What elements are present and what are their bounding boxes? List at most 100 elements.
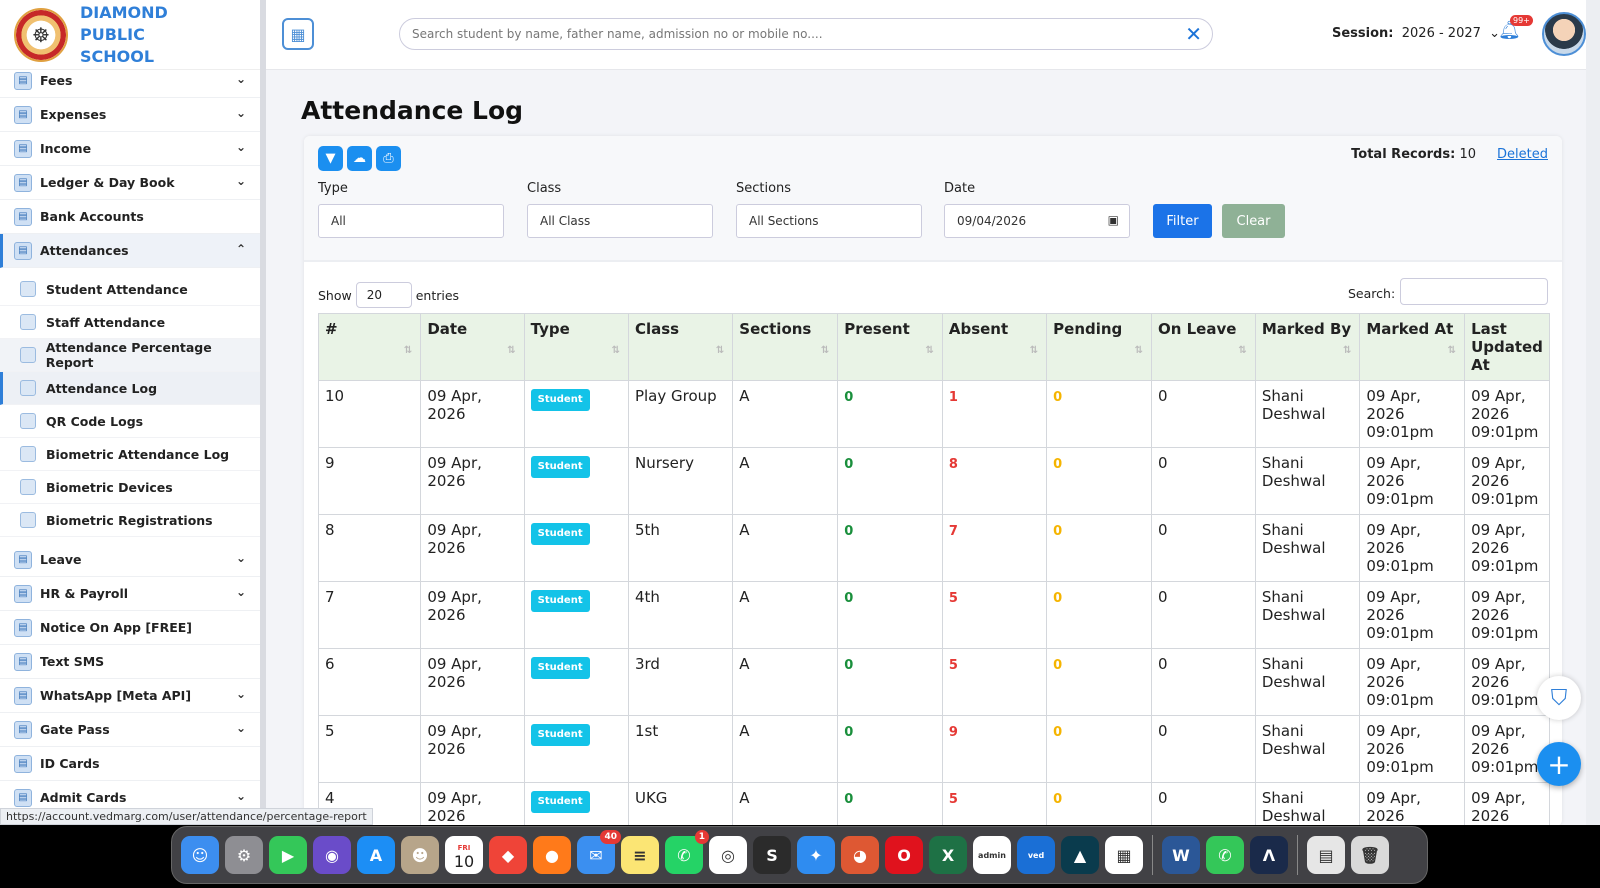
sort-icon[interactable]: ⇅ — [821, 342, 829, 360]
dock-duckduckgo-icon[interactable]: ◕ — [841, 836, 879, 874]
clear-button[interactable]: Clear — [1222, 204, 1285, 238]
column-header-last-updated-at[interactable]: Last Updated At — [1464, 313, 1550, 381]
table-search-input[interactable] — [1400, 278, 1548, 305]
sort-icon[interactable]: ⇅ — [1343, 342, 1351, 360]
sidebar-subitem-biometric-devices[interactable]: Biometric Devices — [0, 471, 260, 504]
sidebar-subitem-qr-code-logs[interactable]: QR Code Logs — [0, 405, 260, 438]
dock-arc-icon[interactable]: Λ — [1250, 836, 1288, 874]
table-row[interactable]: 7 09 Apr, 2026 Student 4th A 0 5 0 0 Shani Deshwa… — [317, 581, 1550, 649]
column-header-pending[interactable]: Pending ⇅ — [1046, 313, 1152, 381]
sidebar-item-hr-payroll[interactable]: ▤ HR & Payroll ⌄ — [0, 577, 260, 611]
sections-select[interactable]: All Sections — [736, 204, 922, 238]
dock-filmora-icon[interactable]: ▲ — [1061, 836, 1099, 874]
column-header-on-leave[interactable]: On Leave ⇅ — [1150, 313, 1256, 381]
deleted-link[interactable]: Deleted — [1497, 147, 1548, 162]
chevron-down-icon[interactable]: ⌄ — [236, 551, 246, 565]
shield-icon[interactable]: ⛉ — [1537, 676, 1581, 720]
sidebar-item-expenses[interactable]: ▤ Expenses ⌄ — [0, 98, 260, 132]
chevron-down-icon[interactable]: ⌄ — [236, 585, 246, 599]
dock-settings-icon[interactable]: ⚙ — [225, 836, 263, 874]
table-row[interactable]: 10 09 Apr, 2026 Student Play Group A 0 1 0 0 Shan… — [317, 380, 1550, 448]
column-header-class[interactable]: Class ⇅ — [627, 313, 734, 381]
chevron-down-icon[interactable]: ⌄ — [236, 72, 246, 86]
export-cloud-icon[interactable]: ☁ — [347, 146, 372, 171]
table-row[interactable]: 6 09 Apr, 2026 Student 3rd A 0 5 0 0 Shani Deshwa… — [317, 648, 1550, 716]
table-row[interactable]: 9 09 Apr, 2026 Student Nursery A 0 8 0 0 Shani De… — [317, 447, 1550, 515]
sidebar-item-income[interactable]: ▤ Income ⌄ — [0, 132, 260, 166]
filter-button[interactable]: Filter — [1153, 204, 1212, 238]
sort-icon[interactable]: ⇅ — [1135, 342, 1143, 360]
sidebar-item-fees[interactable]: ▤ Fees ⌄ — [0, 64, 260, 98]
dock-calendar-icon[interactable]: FRI 10 — [445, 836, 483, 874]
dock-windows-icon[interactable]: ▦ — [1105, 836, 1143, 874]
sidebar-item-whatsapp-meta-api[interactable]: ▤ WhatsApp [Meta API] ⌄ — [0, 679, 260, 713]
column-header-absent[interactable]: Absent ⇅ — [941, 313, 1048, 381]
dock-facetime-icon[interactable]: ▶ — [269, 836, 307, 874]
dock-excel-icon[interactable]: X — [929, 836, 967, 874]
apps-grid-icon[interactable]: ▦ — [282, 18, 314, 50]
chevron-up-icon[interactable]: ⌃ — [236, 242, 246, 256]
sort-icon[interactable]: ⇅ — [507, 342, 515, 360]
entries-select[interactable]: 20 — [355, 282, 412, 308]
class-select[interactable]: All Class — [527, 204, 713, 238]
type-select[interactable]: All — [318, 204, 504, 238]
sidebar-subitem-biometric-attendance-log[interactable]: Biometric Attendance Log — [0, 438, 260, 471]
sidebar-subitem-student-attendance[interactable]: Student Attendance — [0, 273, 260, 306]
sidebar-subitem-attendance-percentage-report[interactable]: Attendance Percentage Report — [0, 339, 260, 372]
table-row[interactable]: 5 09 Apr, 2026 Student 1st A 0 9 0 0 Shani Deshwa… — [317, 715, 1550, 783]
dock-sublime-icon[interactable]: S — [753, 836, 791, 874]
chevron-down-icon[interactable]: ⌄ — [236, 687, 246, 701]
dock-vedmarg-icon[interactable]: ved — [1017, 836, 1055, 874]
dock-contacts-icon[interactable]: ☻ — [401, 836, 439, 874]
column-header-sections[interactable]: Sections ⇅ — [732, 313, 839, 381]
dock-notes-icon[interactable]: ≡ — [621, 836, 659, 874]
chevron-down-icon[interactable]: ⌄ — [236, 106, 246, 120]
dock-finder-icon[interactable]: ☺ — [181, 836, 219, 874]
dock-mail-icon[interactable]: ✉ 40 — [577, 830, 621, 874]
dock-app-store-icon[interactable]: A — [357, 836, 395, 874]
sidebar-item-leave[interactable]: ▤ Leave ⌄ — [0, 543, 260, 577]
sidebar-item-text-sms[interactable]: ▤ Text SMS — [0, 645, 260, 679]
clear-search-icon[interactable]: ✕ — [1185, 22, 1202, 46]
dock-trash-icon[interactable]: 🗑 — [1351, 836, 1389, 874]
session-selector[interactable]: Session: 2026 - 2027 ⌄ — [1332, 26, 1500, 41]
sort-icon[interactable]: ⇅ — [1238, 342, 1246, 360]
dock-siri-icon[interactable]: ◉ — [313, 836, 351, 874]
column-header-marked-by[interactable]: Marked By ⇅ — [1254, 313, 1361, 381]
sort-icon[interactable]: ⇅ — [404, 342, 412, 360]
dock-anydesk-icon[interactable]: ◆ — [489, 836, 527, 874]
brand[interactable]: ☸ DIAMOND PUBLIC SCHOOL — [0, 0, 260, 70]
student-search-input[interactable]: Search student by name, father name, adm… — [399, 18, 1213, 50]
chevron-down-icon[interactable]: ⌄ — [236, 789, 246, 803]
sidebar-subitem-biometric-registrations[interactable]: Biometric Registrations — [0, 504, 260, 537]
dock-whatsapp-icon[interactable]: ✆ 1 — [665, 830, 709, 874]
calendar-icon[interactable]: ▣ — [1108, 213, 1119, 227]
column-header-[interactable]: # ⇅ — [317, 313, 422, 381]
avatar[interactable] — [1542, 12, 1586, 56]
print-icon[interactable]: ⎙ — [376, 146, 401, 171]
column-header-date[interactable]: Date ⇅ — [420, 313, 525, 381]
dock-phone-icon[interactable]: ✆ — [1206, 836, 1244, 874]
sort-icon[interactable]: ⇅ — [1030, 342, 1038, 360]
column-header-type[interactable]: Type ⇅ — [523, 313, 629, 381]
sort-icon[interactable]: ⇅ — [1448, 342, 1456, 360]
sidebar-item-ledger-day-book[interactable]: ▤ Ledger & Day Book ⌄ — [0, 166, 260, 200]
sidebar-item-attendances[interactable]: ▤ Attendances ⌃ — [0, 234, 260, 268]
sidebar-item-bank-accounts[interactable]: ▤ Bank Accounts — [0, 200, 260, 234]
dock-word-icon[interactable]: W — [1162, 836, 1200, 874]
dock-firefox-icon[interactable]: ● — [533, 836, 571, 874]
sort-icon[interactable]: ⇅ — [612, 342, 620, 360]
sort-icon[interactable]: ⇅ — [925, 342, 933, 360]
chevron-down-icon[interactable]: ⌄ — [236, 721, 246, 735]
dock-vedmarg-admin-icon[interactable]: admin — [973, 836, 1011, 874]
table-row[interactable]: 8 09 Apr, 2026 Student 5th A 0 7 0 0 Shani Deshwa… — [317, 514, 1550, 582]
sort-icon[interactable]: ⇅ — [716, 342, 724, 360]
column-header-present[interactable]: Present ⇅ — [837, 313, 943, 381]
sidebar-item-gate-pass[interactable]: ▤ Gate Pass ⌄ — [0, 713, 260, 747]
filter-toggle-icon[interactable]: ▼ — [318, 146, 343, 171]
dock-chrome-icon[interactable]: ◎ — [709, 836, 747, 874]
dock-safari-icon[interactable]: ✦ — [797, 836, 835, 874]
sidebar-subitem-attendance-log[interactable]: Attendance Log — [0, 372, 260, 405]
column-header-marked-at[interactable]: Marked At ⇅ — [1359, 313, 1466, 381]
sidebar-item-notice-on-app-free[interactable]: ▤ Notice On App [FREE] — [0, 611, 260, 645]
